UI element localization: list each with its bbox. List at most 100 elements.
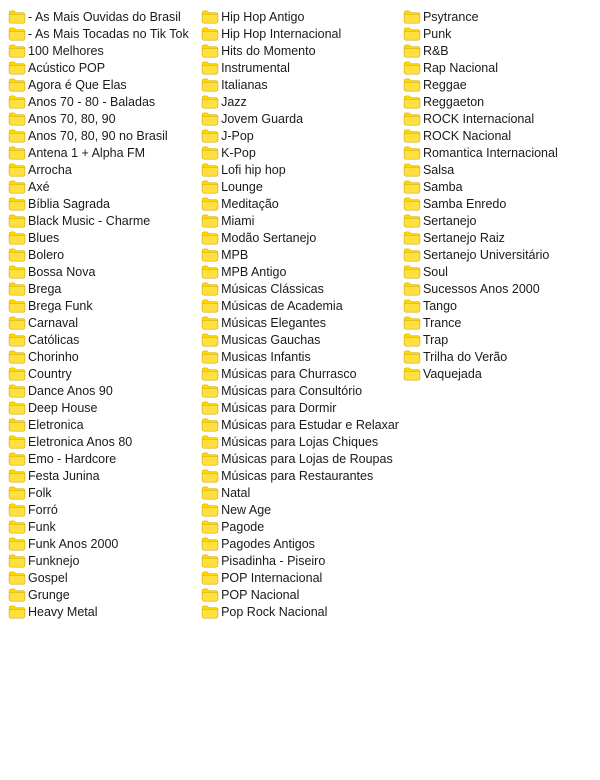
list-item[interactable]: Sertanejo Universitário [401,246,594,263]
list-item[interactable]: Católicas [6,331,199,348]
list-item[interactable]: Punk [401,25,594,42]
list-item[interactable]: Heavy Metal [6,603,199,620]
list-item[interactable]: Salsa [401,161,594,178]
list-item[interactable]: Soul [401,263,594,280]
list-item[interactable]: Músicas para Restaurantes [199,467,401,484]
list-item[interactable]: - As Mais Ouvidas do Brasil [6,8,199,25]
list-item[interactable]: Músicas para Consultório [199,382,401,399]
list-item[interactable]: Romantica Internacional [401,144,594,161]
list-item[interactable]: Jazz [199,93,401,110]
list-item[interactable]: Tango [401,297,594,314]
list-item[interactable]: Grunge [6,586,199,603]
list-item[interactable]: Lounge [199,178,401,195]
list-item[interactable]: Músicas de Academia [199,297,401,314]
list-item[interactable]: Lofi hip hop [199,161,401,178]
list-item[interactable]: Sucessos Anos 2000 [401,280,594,297]
list-item[interactable]: Trance [401,314,594,331]
list-item[interactable]: Eletronica [6,416,199,433]
list-item[interactable]: MPB Antigo [199,263,401,280]
folder-label: Pagode [221,520,264,534]
folder-label: Black Music - Charme [28,214,150,228]
list-item[interactable]: Músicas para Dormir [199,399,401,416]
list-item[interactable]: Agora é Que Elas [6,76,199,93]
list-item[interactable]: Funk Anos 2000 [6,535,199,552]
list-item[interactable]: 100 Melhores [6,42,199,59]
list-item[interactable]: Psytrance [401,8,594,25]
list-item[interactable]: J-Pop [199,127,401,144]
folder-icon [403,231,419,244]
list-item[interactable]: Músicas para Lojas Chiques [199,433,401,450]
list-item[interactable]: Jovem Guarda [199,110,401,127]
list-item[interactable]: Blues [6,229,199,246]
folder-label: Jazz [221,95,247,109]
list-item[interactable]: Folk [6,484,199,501]
list-item[interactable]: Músicas Clássicas [199,280,401,297]
list-item[interactable]: Acústico POP [6,59,199,76]
list-item[interactable]: Funknejo [6,552,199,569]
list-item[interactable]: Pagodes Antigos [199,535,401,552]
list-item[interactable]: Arrocha [6,161,199,178]
list-item[interactable]: Festa Junina [6,467,199,484]
list-item[interactable]: Bíblia Sagrada [6,195,199,212]
list-item[interactable]: Trap [401,331,594,348]
list-item[interactable]: Black Music - Charme [6,212,199,229]
list-item[interactable]: Trilha do Verão [401,348,594,365]
list-item[interactable]: Forró [6,501,199,518]
list-item[interactable]: Sertanejo Raiz [401,229,594,246]
list-item[interactable]: Brega [6,280,199,297]
list-item[interactable]: Vaquejada [401,365,594,382]
list-item[interactable]: Musicas Infantis [199,348,401,365]
list-item[interactable]: POP Internacional [199,569,401,586]
list-item[interactable]: MPB [199,246,401,263]
list-item[interactable]: Samba Enredo [401,195,594,212]
folder-icon [201,418,217,431]
list-item[interactable]: Musicas Gauchas [199,331,401,348]
list-item[interactable]: Pisadinha - Piseiro [199,552,401,569]
list-item[interactable]: Anos 70 - 80 - Baladas [6,93,199,110]
list-item[interactable]: Brega Funk [6,297,199,314]
list-item[interactable]: K-Pop [199,144,401,161]
list-item[interactable]: Reggaeton [401,93,594,110]
list-item[interactable]: Hip Hop Antigo [199,8,401,25]
list-item[interactable]: Miami [199,212,401,229]
list-item[interactable]: Músicas para Churrasco [199,365,401,382]
list-item[interactable]: Pop Rock Nacional [199,603,401,620]
list-item[interactable]: Bossa Nova [6,263,199,280]
list-item[interactable]: Funk [6,518,199,535]
list-item[interactable]: Pagode [199,518,401,535]
list-item[interactable]: POP Nacional [199,586,401,603]
folder-label: Hip Hop Internacional [221,27,341,41]
list-item[interactable]: Eletronica Anos 80 [6,433,199,450]
list-item[interactable]: Anos 70, 80, 90 [6,110,199,127]
list-item[interactable]: Carnaval [6,314,199,331]
list-item[interactable]: Hip Hop Internacional [199,25,401,42]
list-item[interactable]: Sertanejo [401,212,594,229]
list-item[interactable]: Músicas para Estudar e Relaxar [199,416,401,433]
list-item[interactable]: Dance Anos 90 [6,382,199,399]
list-item[interactable]: Axé [6,178,199,195]
list-item[interactable]: Deep House [6,399,199,416]
list-item[interactable]: Country [6,365,199,382]
list-item[interactable]: Músicas Elegantes [199,314,401,331]
list-item[interactable]: Instrumental [199,59,401,76]
list-item[interactable]: - As Mais Tocadas no Tik Tok [6,25,199,42]
list-item[interactable]: ROCK Internacional [401,110,594,127]
list-item[interactable]: Meditação [199,195,401,212]
list-item[interactable]: Antena 1 + Alpha FM [6,144,199,161]
list-item[interactable]: Chorinho [6,348,199,365]
list-item[interactable]: R&B [401,42,594,59]
list-item[interactable]: Rap Nacional [401,59,594,76]
list-item[interactable]: Reggae [401,76,594,93]
list-item[interactable]: Músicas para Lojas de Roupas [199,450,401,467]
list-item[interactable]: Gospel [6,569,199,586]
list-item[interactable]: Bolero [6,246,199,263]
list-item[interactable]: Italianas [199,76,401,93]
list-item[interactable]: ROCK Nacional [401,127,594,144]
list-item[interactable]: Anos 70, 80, 90 no Brasil [6,127,199,144]
list-item[interactable]: Natal [199,484,401,501]
list-item[interactable]: Samba [401,178,594,195]
list-item[interactable]: New Age [199,501,401,518]
list-item[interactable]: Hits do Momento [199,42,401,59]
list-item[interactable]: Modão Sertanejo [199,229,401,246]
list-item[interactable]: Emo - Hardcore [6,450,199,467]
